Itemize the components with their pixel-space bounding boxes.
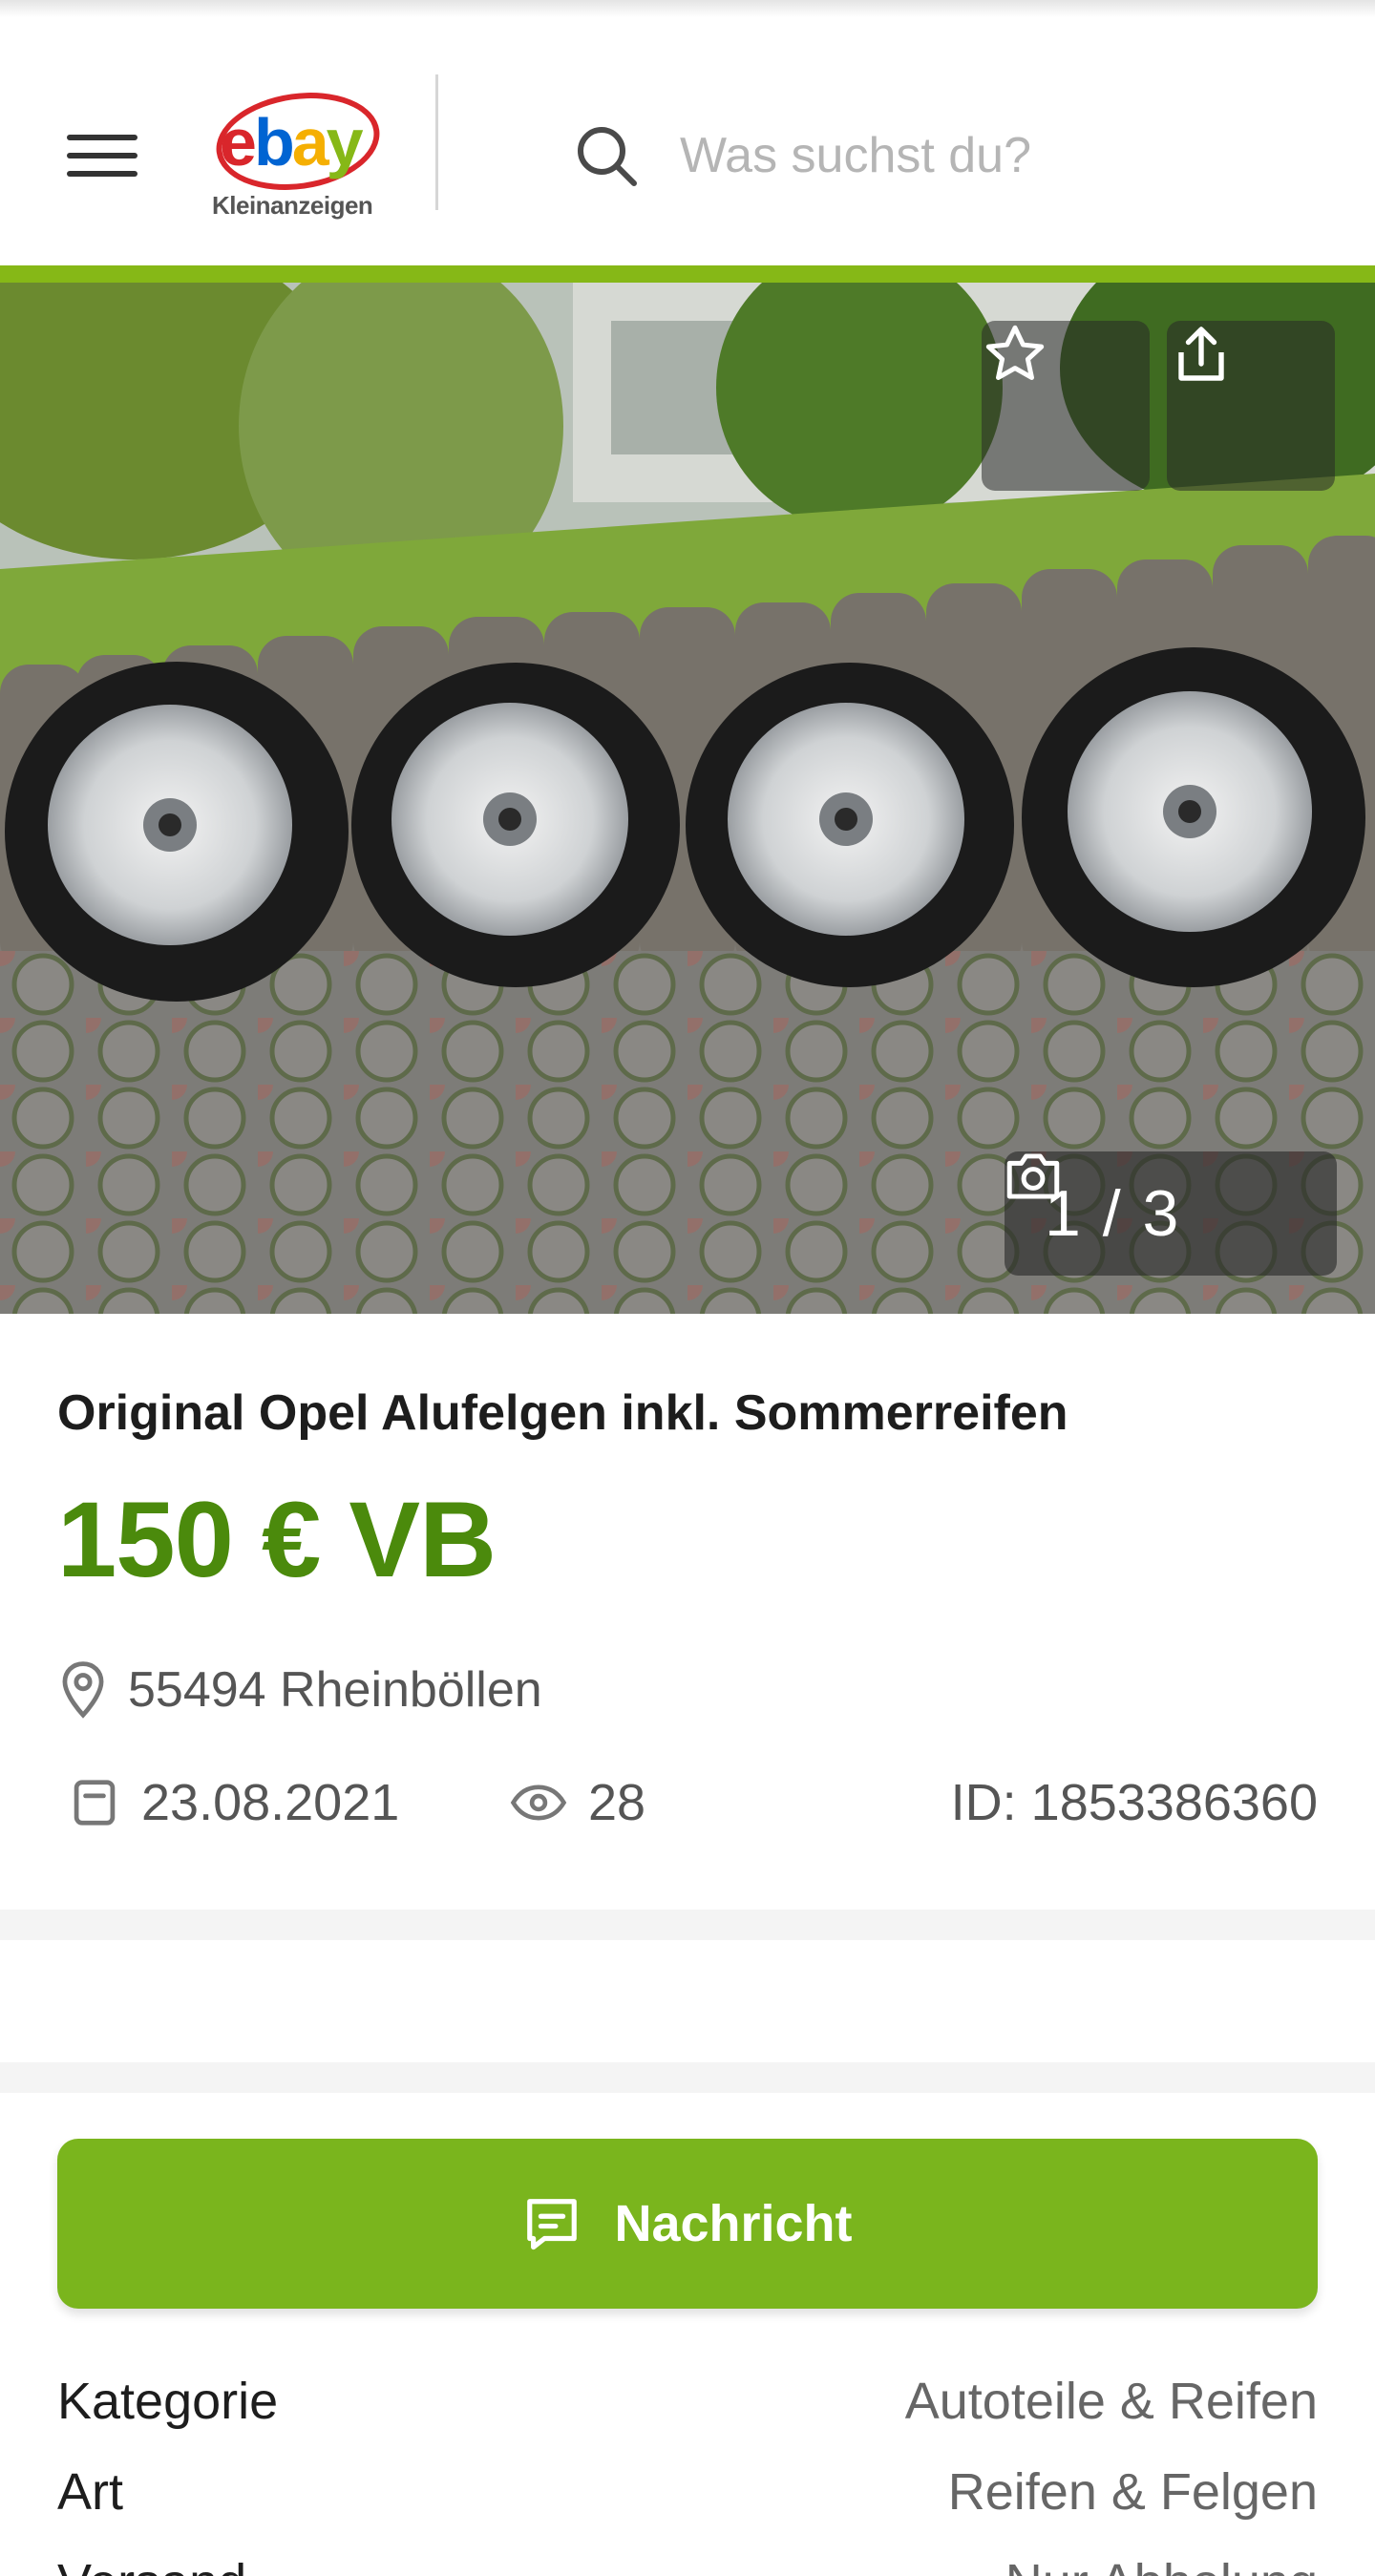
detail-key: Kategorie	[57, 2373, 279, 2430]
app-header: ebay Kleinanzeigen	[0, 17, 1375, 265]
calendar-icon	[74, 1780, 116, 1826]
listing-id-text: ID: 1853386360	[950, 1774, 1318, 1831]
logo-brand-text: ebay	[220, 105, 364, 179]
listing-location[interactable]: 55494 Rheinböllen	[59, 1652, 542, 1728]
detail-value: Nur Abholung	[1005, 2553, 1318, 2576]
listing-id: ID: 1853386360	[951, 1764, 1318, 1841]
star-icon	[985, 325, 1045, 380]
detail-value[interactable]: Autoteile & Reifen	[905, 2372, 1318, 2431]
header-divider	[435, 74, 438, 210]
section-separator	[0, 2062, 1375, 2093]
search-icon[interactable]	[573, 122, 642, 191]
share-button[interactable]	[1167, 321, 1335, 491]
listing-title: Original Opel Alufelgen inkl. Sommerreif…	[57, 1385, 1068, 1441]
date-text: 23.08.2021	[141, 1774, 400, 1831]
ebay-kleinanzeigen-logo[interactable]: ebay Kleinanzeigen	[208, 73, 387, 235]
listing-meta: 23.08.2021 28 ID: 1853386360	[71, 1764, 1318, 1841]
listing-views: 28	[510, 1764, 645, 1841]
section-separator	[0, 1910, 1375, 1940]
camera-icon	[1006, 1153, 1060, 1199]
image-counter[interactable]: 1 / 3	[1005, 1151, 1337, 1276]
menu-line	[67, 153, 138, 158]
logo-subtitle: Kleinanzeigen	[212, 191, 373, 220]
location-pin-icon	[62, 1661, 104, 1719]
chat-icon	[527, 2199, 578, 2250]
eye-icon	[510, 1784, 567, 1821]
image-counter-text: 1 / 3	[1045, 1177, 1181, 1250]
listing-price: 150 € VB	[57, 1480, 497, 1599]
menu-line	[67, 171, 138, 177]
share-icon	[1178, 327, 1224, 381]
menu-line	[67, 135, 138, 140]
message-button-label: Nachricht	[614, 2195, 853, 2252]
message-button[interactable]: Nachricht	[57, 2139, 1318, 2309]
location-text: 55494 Rheinböllen	[128, 1662, 542, 1718]
listing-photo-gallery[interactable]: 1 / 3	[0, 283, 1375, 1314]
detail-row-versand: Versand Nur Abholung	[57, 2540, 1318, 2576]
detail-key: Versand	[57, 2553, 246, 2576]
favorite-button[interactable]	[982, 321, 1150, 491]
search-input[interactable]	[680, 117, 1329, 194]
detail-key: Art	[57, 2463, 124, 2521]
hamburger-menu-button[interactable]	[59, 113, 147, 199]
listing-date: 23.08.2021	[71, 1764, 399, 1841]
views-count: 28	[588, 1774, 646, 1831]
header-accent-bar	[0, 265, 1375, 283]
detail-value[interactable]: Reifen & Felgen	[948, 2462, 1318, 2522]
detail-row-kategorie: Kategorie Autoteile & Reifen	[57, 2358, 1318, 2444]
detail-row-art: Art Reifen & Felgen	[57, 2449, 1318, 2535]
status-bar-shade	[0, 0, 1375, 17]
